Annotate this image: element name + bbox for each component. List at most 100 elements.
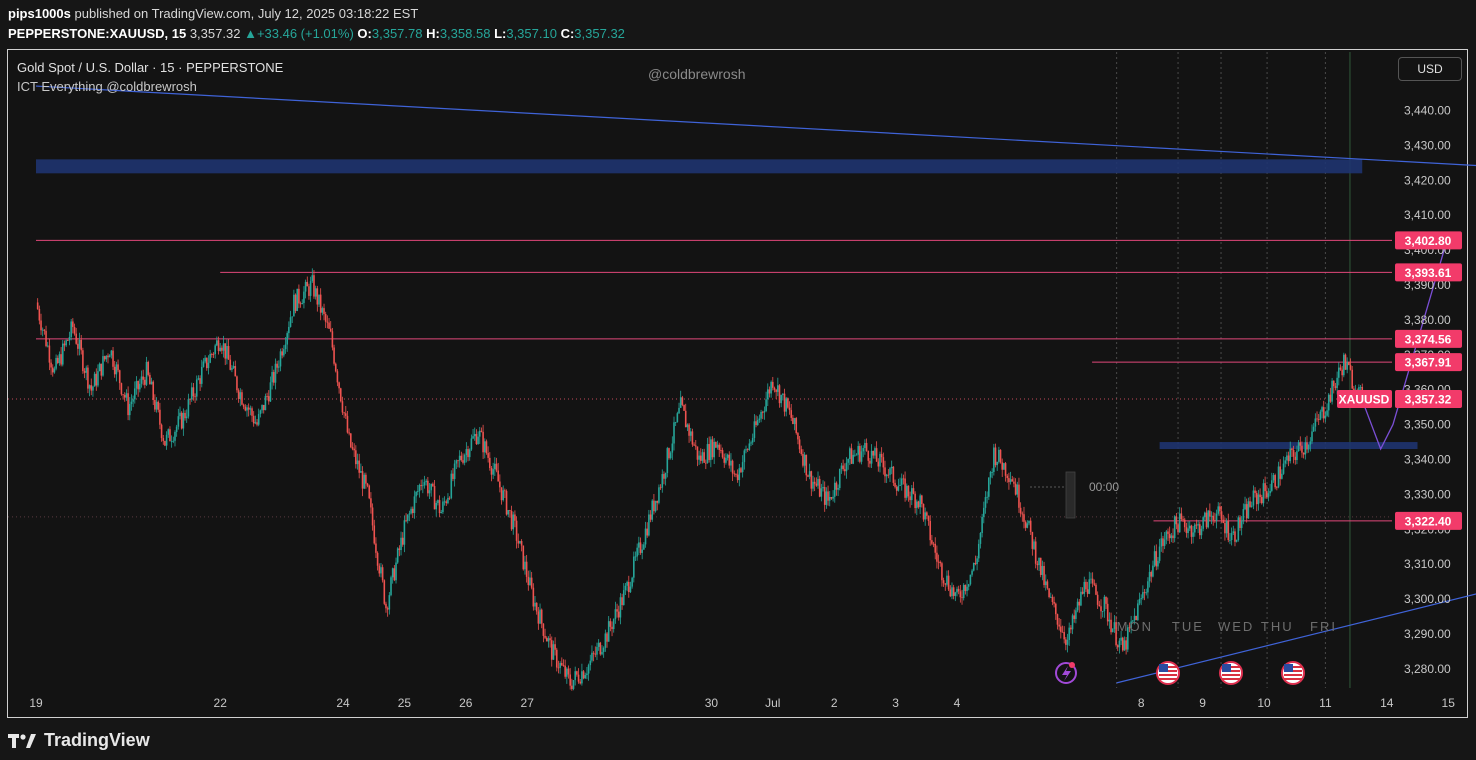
event-notification-dot	[1069, 662, 1075, 668]
candle-body	[854, 454, 856, 456]
candle-body	[1033, 541, 1035, 549]
indicator-label[interactable]: ICT Everything @coldbrewrosh	[17, 79, 197, 94]
candle-body	[356, 460, 359, 465]
candle-body	[760, 411, 762, 419]
candle-body	[105, 355, 108, 360]
candle-body	[216, 340, 218, 346]
candle-body	[499, 481, 501, 488]
candle-body	[627, 581, 630, 593]
tradingview-logo[interactable]: TradingView	[8, 730, 150, 751]
candle-body	[1349, 365, 1352, 370]
weekday-label: TUE	[1172, 619, 1204, 634]
candle-body	[1227, 520, 1230, 541]
candle-body	[1060, 626, 1062, 632]
candle-body	[395, 562, 397, 581]
candle-body	[127, 393, 129, 416]
candle-body	[733, 473, 736, 475]
candle-body	[1070, 627, 1072, 630]
flag-canton	[1159, 664, 1168, 672]
candle-body	[411, 508, 414, 514]
candle-body	[951, 587, 953, 597]
candle-body	[989, 472, 992, 478]
candle-body	[614, 609, 617, 620]
candle-body	[334, 363, 337, 372]
candle-body	[365, 474, 367, 484]
candle-body	[167, 429, 170, 435]
candle-body	[1262, 483, 1265, 504]
candle-body	[1281, 473, 1283, 479]
candle-body	[952, 587, 955, 596]
candle-body	[576, 671, 578, 675]
candle-body	[844, 469, 846, 472]
candle-body	[1043, 566, 1045, 586]
chart-title[interactable]: Gold Spot / U.S. Dollar · 15 · PEPPERSTO…	[17, 60, 283, 75]
x-tick-label: 14	[1380, 696, 1394, 710]
candle-body	[904, 478, 906, 498]
candle-body	[535, 602, 538, 612]
candle-body	[793, 418, 796, 425]
candle-body	[185, 416, 188, 419]
candle-body	[1202, 517, 1204, 529]
candle-body	[1314, 418, 1317, 427]
candle-body	[1319, 411, 1322, 420]
candle-body	[542, 623, 545, 636]
candle-body	[283, 349, 285, 356]
candle-body	[792, 417, 794, 425]
currency-button[interactable]: USD	[1398, 57, 1462, 81]
price-chart[interactable]: 3,440.003,430.003,420.003,410.003,400.00…	[0, 0, 1476, 760]
candle-body	[1145, 592, 1148, 594]
candle-body	[400, 537, 402, 551]
candle-body	[1204, 512, 1206, 518]
candle-body	[1091, 578, 1094, 584]
candle-body	[242, 404, 245, 407]
candle-body	[316, 288, 319, 305]
candle-body	[1031, 531, 1034, 549]
candle-body	[1302, 452, 1305, 455]
candle-body	[919, 495, 921, 508]
candle-body	[783, 393, 786, 412]
candle-body	[68, 336, 71, 341]
candle-body	[1026, 523, 1029, 528]
candle-body	[1286, 455, 1288, 461]
candle-body	[678, 407, 680, 414]
candle-body	[442, 501, 444, 513]
candle-body	[599, 642, 602, 655]
level-price-tag-text: 3,322.40	[1405, 514, 1452, 528]
candle-body	[701, 452, 704, 461]
candle-body	[621, 597, 623, 606]
candle-body	[237, 390, 240, 399]
candle-body	[949, 589, 952, 597]
candle-body	[1195, 524, 1198, 526]
candle-body	[1051, 596, 1054, 602]
candle-body	[763, 411, 766, 413]
candle-body	[894, 482, 896, 487]
candle-body	[902, 478, 905, 480]
candle-body	[343, 412, 345, 414]
candle-body	[860, 451, 863, 462]
candle-body	[266, 396, 268, 397]
candle-body	[716, 444, 719, 448]
flag-stripe	[1222, 678, 1240, 680]
candle-body	[845, 462, 848, 472]
candle-body	[294, 294, 297, 311]
candle-body	[204, 357, 206, 362]
candle-body	[1049, 596, 1052, 598]
candle-body	[795, 418, 798, 434]
candle-body	[324, 314, 327, 322]
candle-body	[267, 396, 270, 402]
candle-body	[1257, 494, 1260, 505]
candle-body	[772, 381, 774, 388]
candle-body	[922, 503, 925, 520]
candle-body	[1044, 581, 1047, 586]
candle-body	[1254, 490, 1256, 493]
candle-body	[653, 500, 655, 512]
candle-body	[803, 454, 806, 466]
candle-body	[1309, 441, 1312, 445]
candle-body	[108, 355, 111, 358]
candle-body	[686, 424, 689, 428]
candle-body	[622, 590, 625, 606]
candle-body	[162, 438, 165, 441]
candle-body	[1276, 487, 1278, 489]
candle-body	[1125, 640, 1127, 650]
candle-body	[38, 308, 41, 321]
